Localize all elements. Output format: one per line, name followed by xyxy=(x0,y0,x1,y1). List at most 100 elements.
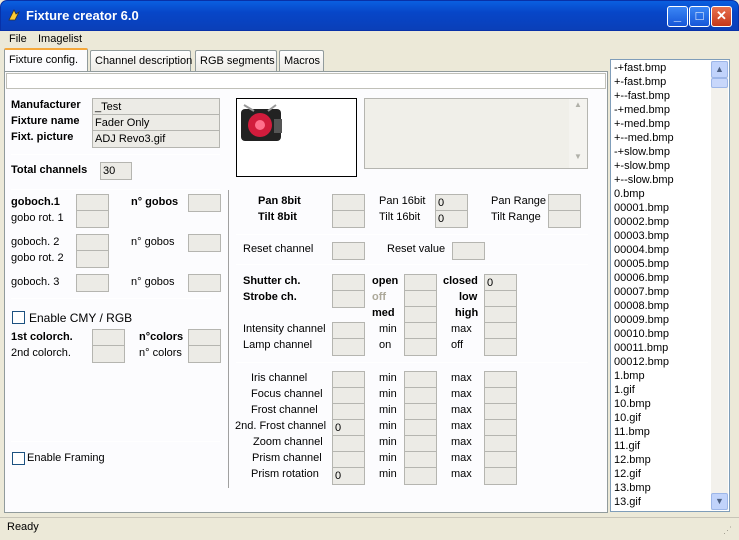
goboch3-input[interactable] xyxy=(76,274,109,292)
description-textarea[interactable] xyxy=(364,98,588,169)
fixture-picture-input[interactable]: ADJ Revo3.gif xyxy=(92,130,220,148)
status-text: Ready xyxy=(7,521,39,533)
lamp-off-label: off xyxy=(451,339,464,351)
total-channels-label: Total channels xyxy=(11,164,88,176)
imagelist-item[interactable]: 10.gif xyxy=(614,412,641,424)
maximize-button[interactable]: □ xyxy=(689,6,710,27)
imagelist-item[interactable]: 00006.bmp xyxy=(614,272,669,284)
imagelist-item[interactable]: 00009.bmp xyxy=(614,314,669,326)
tab-macros[interactable]: Macros xyxy=(279,50,324,71)
ncolors1-label: n°colors xyxy=(139,331,184,343)
enable-cmy-checkbox[interactable] xyxy=(12,311,25,324)
goboch2-label: goboch. 2 xyxy=(11,236,60,248)
tilt8-label: Tilt 8bit xyxy=(258,211,297,223)
effect-channel-label: Prism channel xyxy=(252,452,322,464)
imagelist-item[interactable]: 12.gif xyxy=(614,468,641,480)
imagelist-item[interactable]: +--slow.bmp xyxy=(614,174,674,186)
imagelist-item[interactable]: +--med.bmp xyxy=(614,132,674,144)
effect-min-input[interactable] xyxy=(404,467,437,485)
enable-framing-label: Enable Framing xyxy=(27,452,105,464)
menu-imagelist[interactable]: Imagelist xyxy=(38,33,82,45)
first-colorch-label: 1st colorch. xyxy=(11,331,73,343)
enable-framing-checkbox[interactable] xyxy=(12,452,25,465)
closed-label: closed xyxy=(443,275,478,287)
second-colorch-input[interactable] xyxy=(92,345,125,363)
reset-value-input[interactable] xyxy=(452,242,485,260)
imagelist-item[interactable]: 11.bmp xyxy=(614,426,650,438)
imagelist-item[interactable]: 00002.bmp xyxy=(614,216,669,228)
nr-gobos3-label: n° gobos xyxy=(131,276,175,288)
tilt8-input[interactable] xyxy=(332,210,365,228)
imagelist-item[interactable]: 13.bmp xyxy=(614,482,651,494)
imagelist-item[interactable]: 10.bmp xyxy=(614,398,651,410)
imagelist-item[interactable]: 00005.bmp xyxy=(614,258,669,270)
scroll-down-icon[interactable]: ▼ xyxy=(570,152,586,166)
tilt-range-input[interactable] xyxy=(548,210,581,228)
shutter-ch-label: Shutter ch. xyxy=(243,275,301,287)
nr-gobos2-input[interactable] xyxy=(188,234,221,252)
imagelist-item[interactable]: 00011.bmp xyxy=(614,342,668,354)
imagelist-item[interactable]: -+slow.bmp xyxy=(614,146,670,158)
lamp-channel-label: Lamp channel xyxy=(243,339,313,351)
nr-gobos1-input[interactable] xyxy=(188,194,221,212)
tab-fixture-config[interactable]: Fixture config. xyxy=(4,48,88,71)
effect-max-input[interactable] xyxy=(484,467,517,485)
divider xyxy=(236,362,588,363)
tilt16-input[interactable]: 0 xyxy=(435,210,468,228)
imagelist-item[interactable]: 00004.bmp xyxy=(614,244,669,256)
lamp-on-input[interactable] xyxy=(404,338,437,356)
imagelist-item[interactable]: +--fast.bmp xyxy=(614,90,670,102)
imagelist-item[interactable]: 00007.bmp xyxy=(614,286,669,298)
effect-min-label: min xyxy=(379,372,397,384)
tab-channel-description[interactable]: Channel description xyxy=(90,50,192,71)
scroll-thumb[interactable] xyxy=(711,78,728,88)
ncolors2-label: n° colors xyxy=(139,347,182,359)
imagelist-item[interactable]: 12.bmp xyxy=(614,454,651,466)
imagelist-item[interactable]: +-med.bmp xyxy=(614,118,670,130)
close-button[interactable]: ✕ xyxy=(711,6,732,27)
scroll-down-icon[interactable]: ▼ xyxy=(711,493,728,510)
goboch1-label: goboch.1 xyxy=(11,196,60,208)
pan-range-label: Pan Range xyxy=(491,195,547,207)
fixture-name-label: Fixture name xyxy=(11,115,80,127)
fixture-picture-preview xyxy=(236,98,357,177)
imagelist-item[interactable]: 00008.bmp xyxy=(614,300,669,312)
effect-max-label: max xyxy=(451,468,472,480)
lamp-off-input[interactable] xyxy=(484,338,517,356)
nr-gobos1-label: n° gobos xyxy=(131,196,179,208)
imagelist-item[interactable]: +-slow.bmp xyxy=(614,160,670,172)
imagelist-item[interactable]: 11.gif xyxy=(614,440,640,452)
menu-file[interactable]: File xyxy=(9,33,27,45)
description-scrollbar[interactable]: ▲ ▼ xyxy=(569,99,587,168)
imagelist-item[interactable]: +-fast.bmp xyxy=(614,76,666,88)
imagelist-item[interactable]: 1.bmp xyxy=(614,370,645,382)
tilt-range-label: Tilt Range xyxy=(491,211,541,223)
gobo-rot1-input[interactable] xyxy=(76,210,109,228)
tab-rgb-segments[interactable]: RGB segments xyxy=(195,50,277,71)
reset-channel-input[interactable] xyxy=(332,242,365,260)
ncolors2-input[interactable] xyxy=(188,345,221,363)
effect-channel-input[interactable]: 0 xyxy=(332,467,365,485)
minimize-button[interactable]: _ xyxy=(667,6,688,27)
strobe-ch-input[interactable] xyxy=(332,290,365,308)
imagelist-item[interactable]: 00010.bmp xyxy=(614,328,669,340)
strobe-ch-label: Strobe ch. xyxy=(243,291,297,303)
scroll-up-icon[interactable]: ▲ xyxy=(711,61,728,78)
imagelist-item[interactable]: -+med.bmp xyxy=(614,104,670,116)
scroll-up-icon[interactable]: ▲ xyxy=(570,100,586,114)
gobo-rot2-input[interactable] xyxy=(76,250,109,268)
lamp-channel-input[interactable] xyxy=(332,338,365,356)
nr-gobos3-input[interactable] xyxy=(188,274,221,292)
effect-min-label: min xyxy=(379,468,397,480)
imagelist-item[interactable]: 1.gif xyxy=(614,384,635,396)
imagelist-item[interactable]: 13.gif xyxy=(614,496,641,508)
imagelist-item[interactable]: 0.bmp xyxy=(614,188,645,200)
imagelist-item[interactable]: 00012.bmp xyxy=(614,356,669,368)
resize-grip-icon[interactable]: ⋰ xyxy=(723,525,735,537)
effect-min-label: min xyxy=(379,404,397,416)
imagelist-item[interactable]: 00001.bmp xyxy=(614,202,669,214)
imagelist-item[interactable]: 00003.bmp xyxy=(614,230,669,242)
imagelist-item[interactable]: -+fast.bmp xyxy=(614,62,666,74)
total-channels-input[interactable]: 30 xyxy=(100,162,132,180)
imagelist-scrollbar[interactable]: ▲ ▼ xyxy=(711,61,728,510)
